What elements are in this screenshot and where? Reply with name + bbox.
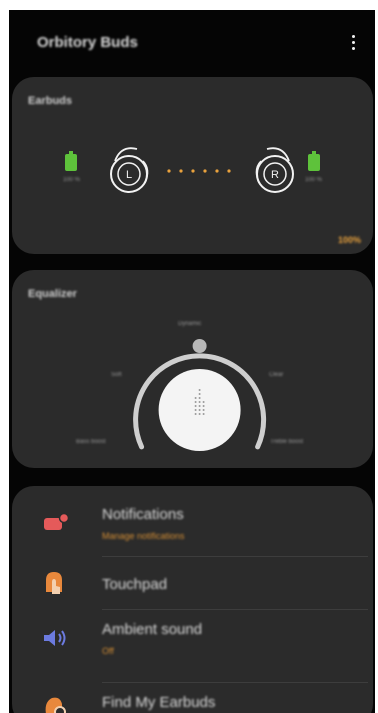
left-earbud-icon: L: [110, 147, 149, 193]
menu-item-touchpad[interactable]: Touchpad: [12, 558, 373, 610]
equalizer-card: Equalizer Bass boost Soft Dynamic Clear …: [12, 270, 373, 468]
case-battery-value: 100%: [338, 235, 362, 245]
left-battery-icon: [65, 151, 77, 171]
right-earbud-label: R: [271, 169, 279, 181]
menu-divider: [102, 682, 368, 683]
more-vert-icon[interactable]: [350, 35, 356, 53]
touchpad-icon: [46, 572, 62, 594]
left-battery-value: 100 %: [63, 177, 81, 183]
menu-item-ambient-sound[interactable]: Ambient sound Off: [12, 611, 373, 663]
app-title: Orbitory Buds: [37, 34, 138, 51]
find-earbuds-icon: [45, 697, 66, 713]
settings-menu-card: Notifications Manage notifications Touch…: [12, 486, 373, 713]
menu-item-title: Notifications: [102, 506, 184, 523]
menu-divider: [102, 556, 368, 557]
eq-slider-handle: [192, 339, 207, 353]
right-battery-icon: [308, 151, 320, 171]
menu-divider: [102, 609, 368, 610]
app-screen: Orbitory Buds Earbuds 100 % L R 100 % 10…: [9, 10, 375, 713]
menu-item-title: Ambient sound: [102, 621, 203, 638]
right-earbud-icon: R: [255, 147, 294, 193]
eq-preset-dynamic[interactable]: Dynamic: [178, 321, 201, 327]
menu-item-subtitle: Off: [102, 646, 114, 656]
notification-icon: [44, 512, 70, 530]
eq-preset-soft[interactable]: Soft: [111, 372, 122, 378]
earbuds-title: Earbuds: [28, 95, 73, 107]
connection-dots: [167, 169, 231, 173]
menu-item-title: Touchpad: [102, 576, 168, 593]
menu-item-subtitle: Manage notifications: [102, 531, 185, 541]
speaker-icon: [44, 630, 66, 646]
menu-item-find-my-earbuds[interactable]: Find My Earbuds: [12, 684, 373, 713]
left-earbud-label: L: [126, 169, 132, 181]
eq-preset-treble-boost[interactable]: Treble boost: [270, 439, 303, 445]
eq-preset-bass-boost[interactable]: Bass boost: [76, 439, 106, 445]
eq-preset-clear[interactable]: Clear: [269, 372, 283, 378]
earbuds-card[interactable]: Earbuds 100 % L R 100 % 100%: [12, 77, 373, 254]
app-bar: Orbitory Buds: [9, 10, 375, 76]
right-battery-value: 100 %: [305, 177, 323, 183]
menu-item-notifications[interactable]: Notifications Manage notifications: [12, 496, 373, 548]
menu-item-title: Find My Earbuds: [102, 694, 216, 711]
equalizer-dial[interactable]: [12, 270, 373, 468]
